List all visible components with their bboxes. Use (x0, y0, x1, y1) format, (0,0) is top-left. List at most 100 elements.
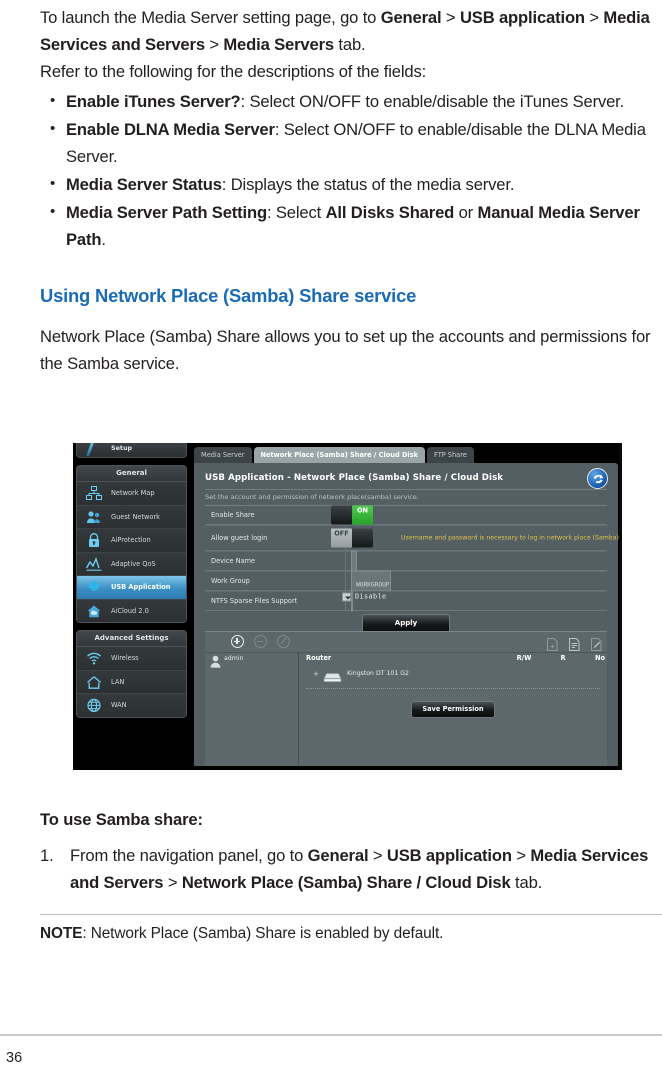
save-permission-button[interactable]: Save Permission (411, 701, 495, 718)
tab-media-server[interactable]: Media Server (194, 447, 252, 463)
toggle-on-label: ON (352, 505, 373, 525)
intro-bold-general: General (380, 8, 442, 27)
sidebar-item-wireless[interactable]: Wireless (77, 647, 186, 671)
sidebar-item-network-map[interactable]: Network Map (77, 482, 186, 506)
refer-paragraph: Refer to the following for the descripti… (40, 62, 427, 81)
save-permission-row: Save Permission (299, 696, 607, 718)
remove-user-icon[interactable] (254, 635, 268, 648)
note-text: : Network Place (Samba) Share is enabled… (82, 925, 444, 942)
sidebar-item-guest-network[interactable]: Guest Network (77, 505, 186, 529)
chevron-down-icon[interactable] (342, 592, 351, 602)
settings-form: Enable Share ON Allow guest login (205, 504, 619, 612)
file-list-icon[interactable] (568, 636, 580, 651)
enable-share-toggle[interactable]: ON (331, 504, 373, 526)
bullet-desc-path-mid: or (454, 203, 478, 222)
intro-paragraph: To launch the Media Server setting page,… (40, 0, 662, 58)
sidebar-item-adaptive-qos[interactable]: Adaptive QoS (77, 552, 186, 576)
allow-guest-login-toggle[interactable]: OFF (331, 527, 373, 549)
permission-table: admin Router R/W R No + Kingston DT 101 … (205, 631, 607, 766)
tab-network-place-samba[interactable]: Network Place (Samba) Share / Cloud Disk (253, 447, 426, 463)
device-name-wrap (351, 550, 357, 572)
tab-ftp-share[interactable]: FTP Share (427, 447, 474, 463)
step1-text-pre: From the navigation panel, go to (70, 846, 308, 865)
list-item: Media Server Status: Displays the status… (40, 170, 662, 198)
bullet-term-path: Media Server Path Setting (66, 203, 267, 222)
intro-sep-1: > (441, 8, 460, 27)
permission-tree: Router R/W R No + Kingston DT 101 G2 Sav… (299, 652, 607, 766)
usb-application-icon (86, 580, 102, 595)
sidebar-label-aiprotection: AiProtection (111, 536, 151, 544)
aicloud-icon (86, 604, 102, 619)
user-avatar-icon (210, 653, 221, 668)
back-arrow-icon[interactable] (587, 468, 608, 489)
settings-panel: USB Application - Network Place (Samba) … (194, 463, 619, 766)
step1-bold-network-place: Network Place (Samba) Share / Cloud Disk (181, 873, 511, 892)
column-header-r: R (560, 654, 566, 662)
sidebar-label-wan: WAN (111, 701, 127, 709)
ntfs-select-wrap: Disable (342, 590, 386, 612)
add-folder-icon[interactable] (546, 636, 558, 651)
router-ui-screenshot: Setup General Network Map Guest Network … (73, 443, 622, 770)
footer-divider (0, 1034, 662, 1036)
wireless-icon (86, 651, 102, 666)
quick-internet-setup-button[interactable]: Setup (76, 443, 187, 458)
edit-user-icon[interactable] (277, 635, 291, 648)
bullet-desc-itunes: : Select ON/OFF to enable/disable the iT… (240, 92, 625, 111)
bullet-term-status: Media Server Status (66, 175, 222, 194)
list-item[interactable]: admin (205, 652, 298, 668)
bullet-bold-all-disks-shared: All Disks Shared (325, 203, 455, 222)
quick-setup-label: Setup (111, 444, 133, 452)
intro-bold-media-servers: Media Servers (223, 35, 334, 54)
toggle-knob (352, 528, 373, 548)
usb-disk-icon (323, 668, 342, 683)
tree-expander-icon[interactable]: + (313, 671, 319, 678)
sidebar-item-aiprotection[interactable]: AiProtection (77, 529, 186, 553)
row-ntfs-sparse-files: NTFS Sparse Files Support Disable (205, 590, 607, 612)
guest-network-icon (86, 510, 102, 525)
tree-root-label: Router (306, 654, 332, 662)
sidebar-item-aicloud[interactable]: AiCloud 2.0 (77, 599, 186, 622)
step1-text-tail: tab. (510, 873, 543, 892)
note-paragraph: NOTE: Network Place (Samba) Share is ena… (40, 915, 662, 946)
add-user-icon[interactable] (231, 635, 244, 648)
permission-tree-header: Router R/W R No (299, 652, 607, 666)
permission-toolbar (205, 632, 607, 653)
adaptive-qos-icon (86, 556, 102, 572)
work-group-value: WORKGROUP (356, 581, 390, 589)
bullet-desc-status: : Displays the status of the media serve… (221, 175, 515, 194)
enable-share-toggle-wrap: ON (331, 504, 373, 526)
step1-sep-3: > (163, 873, 182, 892)
rename-file-icon[interactable] (591, 636, 602, 651)
column-header-rw: R/W (516, 654, 532, 662)
list-item: Media Server Path Setting: Select All Di… (40, 198, 662, 253)
panel-subtitle: Set the account and permission of networ… (205, 493, 419, 501)
work-group-wrap: WORKGROUP (351, 570, 391, 592)
step1-bold-general: General (307, 846, 369, 865)
aiprotection-lock-icon (86, 533, 102, 548)
screenshot-right-edge (619, 443, 622, 770)
intro-sep-3: > (204, 35, 224, 54)
step1-sep-2: > (511, 846, 531, 865)
ntfs-select-value: Disable (355, 592, 387, 601)
wan-globe-icon (86, 698, 102, 713)
work-group-input[interactable]: WORKGROUP (351, 570, 391, 592)
sidebar-label-wireless: Wireless (111, 654, 139, 662)
intro-text-pre: To launch the Media Server setting page,… (40, 8, 381, 27)
bullet-desc-path-end: . (101, 230, 106, 249)
label-allow-guest-login: Allow guest login (211, 534, 268, 542)
row-device-name: Device Name (205, 550, 607, 572)
intro-sep-2: > (584, 8, 604, 27)
table-row[interactable]: + Kingston DT 101 G2 (299, 666, 607, 683)
device-name-input[interactable] (351, 550, 357, 572)
step1-bold-usb-application: USB application (386, 846, 512, 865)
sidebar-item-wan[interactable]: WAN (77, 694, 186, 717)
list-item: Enable DLNA Media Server: Select ON/OFF … (40, 115, 662, 170)
device-name-kingston: Kingston DT 101 G2 (347, 670, 409, 677)
ntfs-sparse-files-select[interactable]: Disable (342, 590, 386, 612)
sidebar-label-usb-application: USB Application (111, 583, 171, 591)
sidebar-item-lan[interactable]: LAN (77, 670, 186, 694)
allow-guest-toggle-wrap: OFF (331, 527, 373, 549)
step1-sep-1: > (368, 846, 387, 865)
row-allow-guest-login: Allow guest login OFF Username and passw… (205, 525, 619, 551)
sidebar-item-usb-application[interactable]: USB Application (77, 576, 186, 600)
